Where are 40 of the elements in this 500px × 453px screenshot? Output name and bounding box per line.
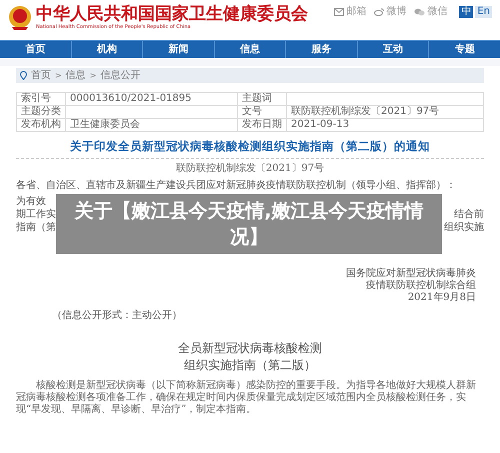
mail-icon: [334, 8, 344, 16]
overlay-caption: 关于【嫩江县今天疫情,嫩江县今天疫情情况】: [56, 194, 442, 254]
chat-bubbles-icon: [414, 8, 426, 16]
language-button[interactable]: 中: [459, 6, 474, 18]
article-title: 关于印发全员新型冠状病毒核酸检测组织实施指南（第二版）的通知: [68, 139, 431, 153]
table-cell: 主题词: [238, 92, 286, 106]
signature-line: 国务院应对新型冠状病毒肺炎: [346, 268, 476, 280]
text-line: 期工作实: [16, 208, 56, 221]
signature-line: 2021年9月8日: [408, 292, 476, 304]
table-cell: 文号: [238, 106, 286, 118]
location-pin-icon: [20, 71, 27, 80]
document-number: 联防联控机制综发〔2021〕97号: [174, 163, 326, 175]
breadcrumb-link[interactable]: 信息公开: [100, 70, 140, 82]
signature-line: 疫情联防联控机制综合组: [366, 280, 476, 292]
guide-title: 全员新型冠状病毒核酸检测: [178, 340, 322, 357]
breadcrumb-separator: >: [90, 70, 96, 82]
text-line: 为有效: [16, 195, 47, 208]
table-cell: 发布机构: [16, 118, 66, 132]
breadcrumb-link[interactable]: 信息: [66, 70, 86, 82]
guide-title: 组织实施指南（第二版）: [184, 357, 316, 374]
table-cell: 联防联控机制综发〔2021〕97号: [286, 106, 484, 118]
language-button[interactable]: En: [475, 6, 492, 18]
weibo-icon: [374, 8, 384, 16]
site-title: 中华人民共和国国家卫生健康委员会: [36, 4, 308, 24]
breadcrumb-separator: >: [55, 70, 62, 82]
emblem-icon: [8, 4, 32, 30]
text-line: 结合前: [454, 208, 484, 221]
nav-item[interactable]: 首页: [0, 41, 71, 58]
table-cell: 发布日期: [238, 118, 286, 132]
guide-paragraph: 核酸检测是新型冠状病毒（以下简称新冠病毒）感染防控的重要手段。为指导各地做好大规模人群新冠病毒核酸检测各项准备工作，确保在规定时间内保质保量完成划定区域范围内全员核酸检测任务，实现“早发现、早隔离、早诊断、早治疗”，制定本指南。: [16, 380, 477, 416]
breadcrumb-link[interactable]: 首页: [31, 70, 51, 82]
disclosure-note: （信息公开形式：主动公开）: [52, 310, 183, 322]
table-cell: 000013610/2021-01895: [66, 92, 238, 106]
body-paragraph: 各省、自治区、直辖市及新疆生产建设兵团应对新冠肺炎疫情联防联控机制（领导小组、指挥部）：: [16, 179, 457, 192]
table-cell: 索引号: [16, 92, 66, 106]
table-cell: 主题分类: [16, 106, 66, 118]
table-cell: 卫生健康委员会: [66, 118, 238, 132]
table-cell: 2021-09-13: [286, 118, 484, 132]
text-line: 组织实施: [444, 221, 484, 234]
text-line: 指南（第: [16, 221, 56, 234]
